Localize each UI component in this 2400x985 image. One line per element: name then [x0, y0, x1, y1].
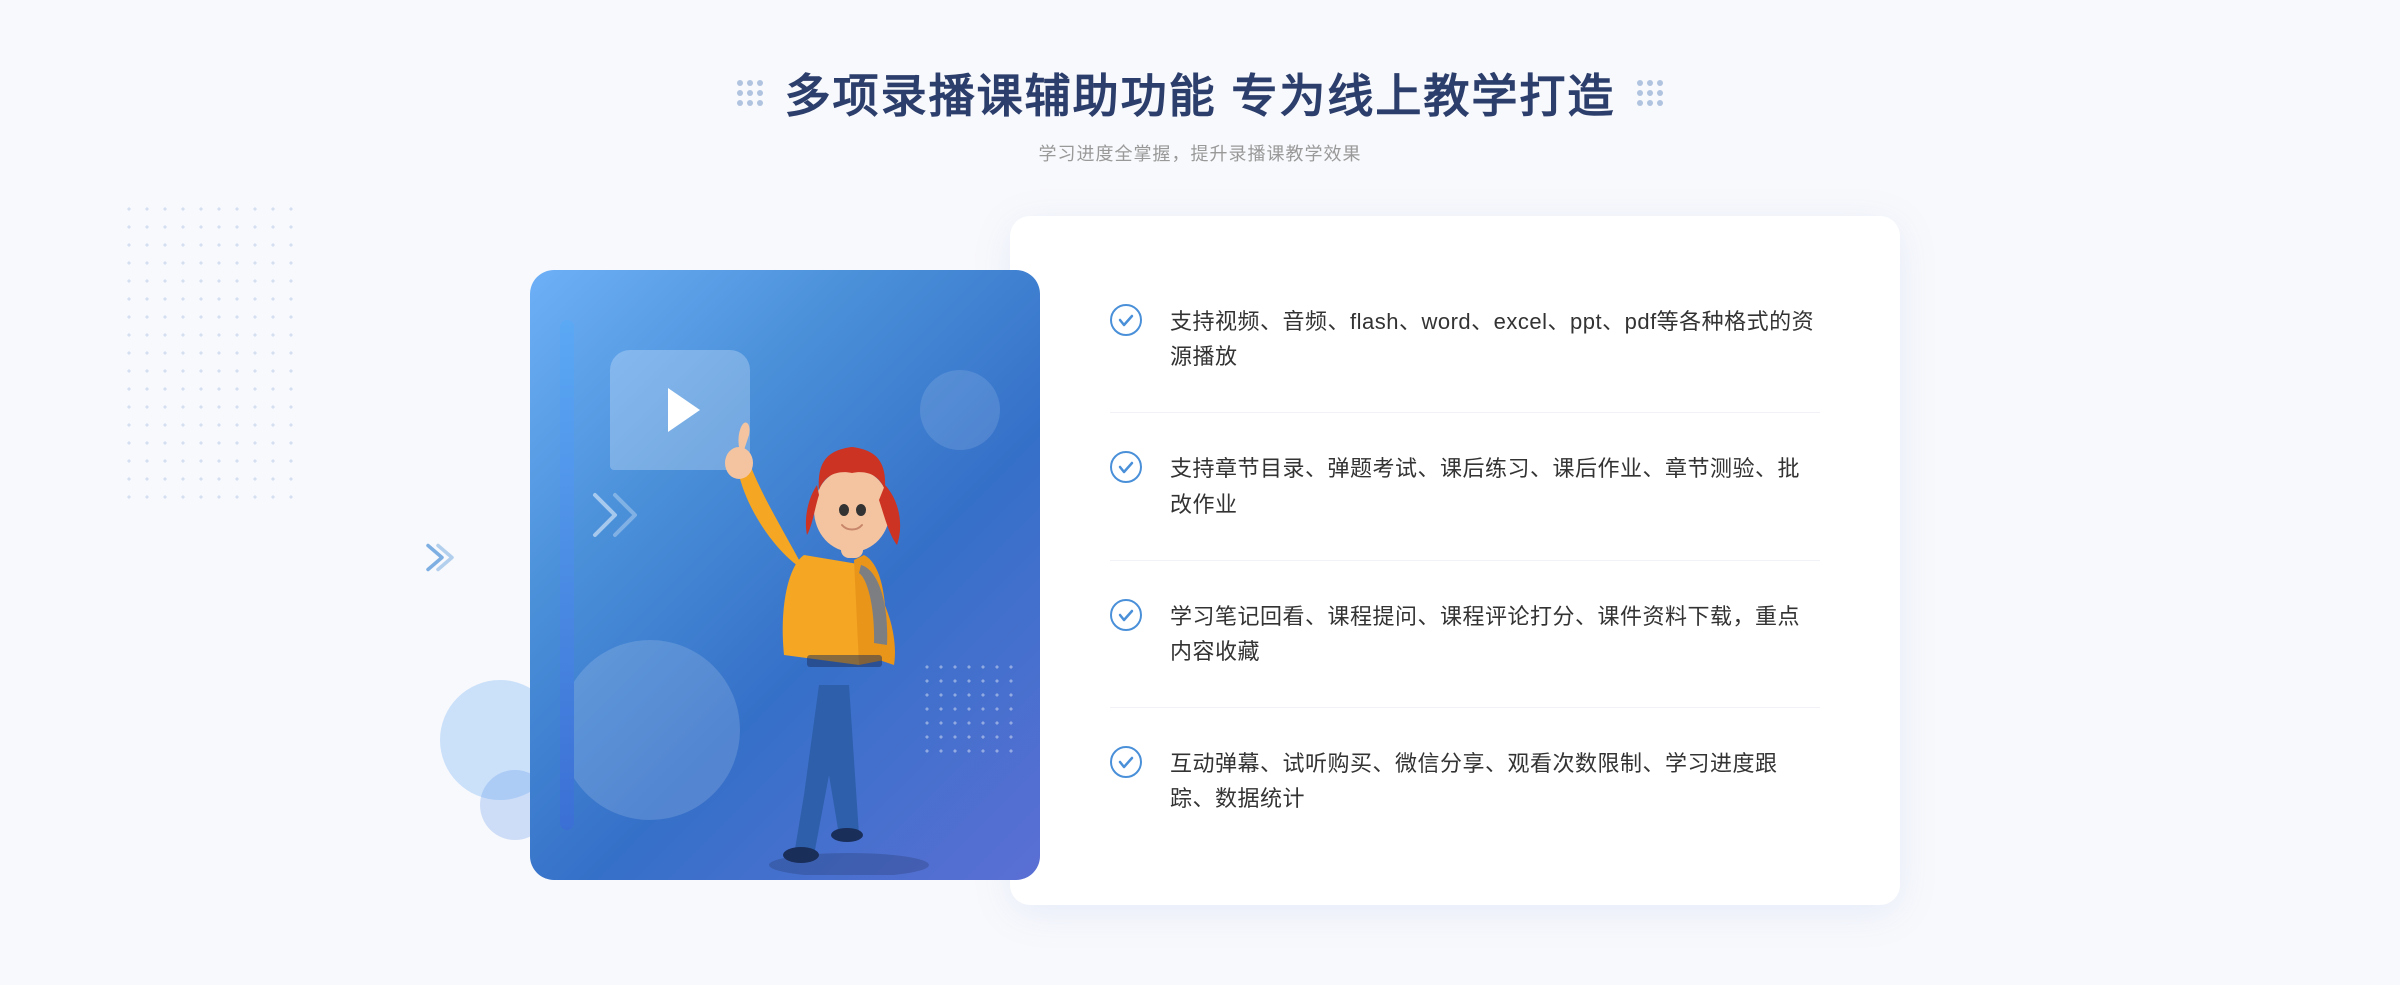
- check-icon-1: [1110, 304, 1142, 336]
- deco-lines: [590, 490, 650, 545]
- feature-item-2: 支持章节目录、弹题考试、课后练习、课后作业、章节测验、批改作业: [1110, 413, 1820, 560]
- illustration-section: [500, 240, 1040, 880]
- illustration-bg: [530, 270, 1040, 880]
- feature-text-3: 学习笔记回看、课程提问、课程评论打分、课件资料下载，重点内容收藏: [1170, 599, 1820, 669]
- left-arrows: [420, 538, 460, 583]
- feature-text-2: 支持章节目录、弹题考试、课后练习、课后作业、章节测验、批改作业: [1170, 451, 1820, 521]
- feature-item-1: 支持视频、音频、flash、word、excel、ppt、pdf等各种格式的资源…: [1110, 266, 1820, 413]
- right-decorative-dots: [1635, 78, 1665, 108]
- check-icon-4: [1110, 746, 1142, 778]
- feature-item-4: 互动弹幕、试听购买、微信分享、观看次数限制、学习进度跟踪、数据统计: [1110, 708, 1820, 854]
- page-wrapper: // Will be rendered via inline dots: [0, 0, 2400, 985]
- check-icon-2: [1110, 451, 1142, 483]
- header-section: 多项录播课辅助功能 专为线上教学打造 学习进度全掌握，提升录播课教学效果: [735, 60, 1666, 166]
- sub-title: 学习进度全掌握，提升录播课教学效果: [1039, 140, 1362, 166]
- blue-strip: [560, 320, 574, 830]
- feature-text-4: 互动弹幕、试听购买、微信分享、观看次数限制、学习进度跟踪、数据统计: [1170, 746, 1820, 816]
- person-figure: [689, 355, 1009, 880]
- features-card: 支持视频、音频、flash、word、excel、ppt、pdf等各种格式的资源…: [1010, 216, 1900, 905]
- chevron-right-icon: [420, 538, 460, 578]
- left-decorative-dots: [735, 78, 765, 108]
- feature-text-1: 支持视频、音频、flash、word、excel、ppt、pdf等各种格式的资源…: [1170, 304, 1820, 374]
- feature-item-3: 学习笔记回看、课程提问、课程评论打分、课件资料下载，重点内容收藏: [1110, 561, 1820, 708]
- check-icon-3: [1110, 599, 1142, 631]
- title-row: 多项录播课辅助功能 专为线上教学打造: [735, 60, 1666, 126]
- content-area: 支持视频、音频、flash、word、excel、ppt、pdf等各种格式的资源…: [500, 216, 1900, 905]
- main-title: 多项录播课辅助功能 专为线上教学打造: [785, 60, 1616, 126]
- bg-dots-left: // Will be rendered via inline dots: [100, 220, 260, 500]
